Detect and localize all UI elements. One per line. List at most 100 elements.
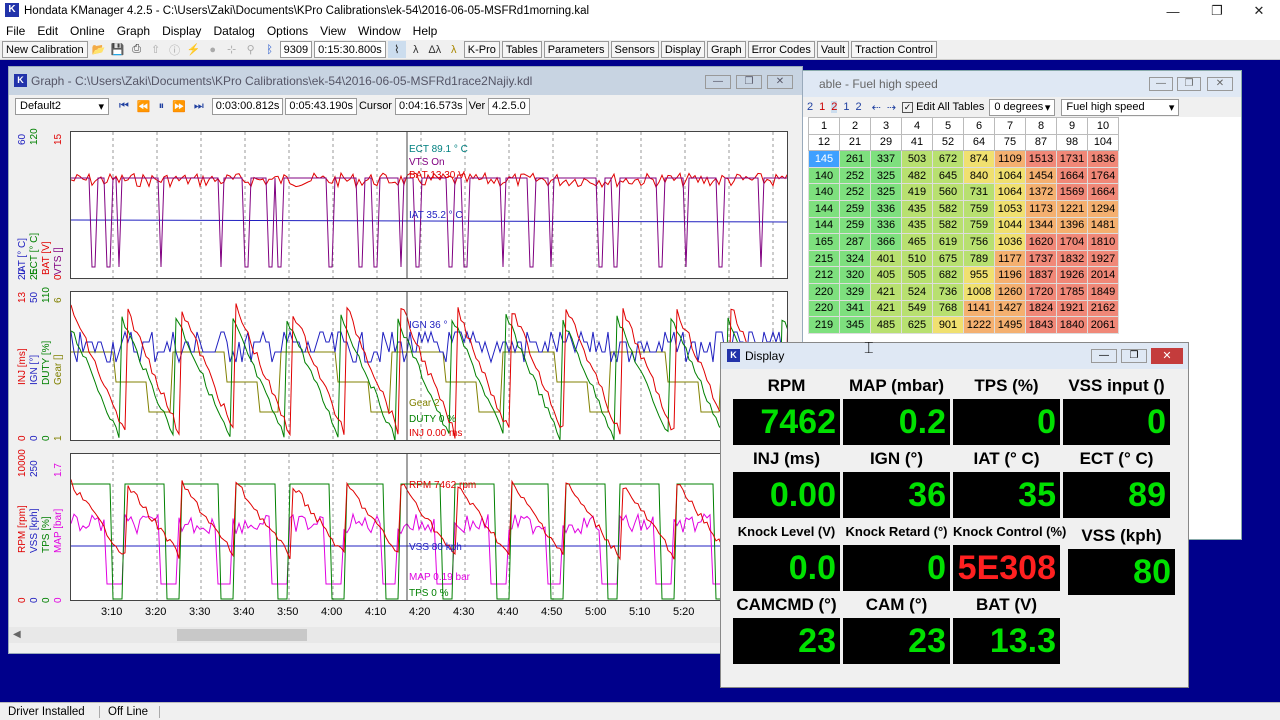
table-cell[interactable]: 789 xyxy=(963,249,995,268)
cylinder-icon[interactable]: 2 xyxy=(807,101,813,113)
table-cell[interactable]: 341 xyxy=(839,299,871,318)
upload-icon[interactable]: ⇧ xyxy=(147,41,165,58)
table-cell[interactable]: 1053 xyxy=(994,199,1026,218)
table-cell[interactable]: 75 xyxy=(994,133,1026,152)
graph-titlebar[interactable]: K Graph - C:\Users\Zaki\Documents\KPro C… xyxy=(9,67,802,95)
table-cell[interactable]: 215 xyxy=(808,249,840,268)
table-cell[interactable]: 756 xyxy=(963,233,995,251)
table-cell[interactable]: 419 xyxy=(901,183,933,201)
table-cell[interactable]: 345 xyxy=(839,316,871,334)
table-cell[interactable]: 336 xyxy=(870,216,902,235)
table-cell[interactable]: 1260 xyxy=(994,282,1026,301)
close-icon[interactable]: ✕ xyxy=(767,75,793,89)
table-cell[interactable]: 1008 xyxy=(963,282,995,301)
arrow-left-icon[interactable]: ⇠ xyxy=(872,101,881,114)
close-icon[interactable]: ✕ xyxy=(1151,348,1183,364)
table-cell[interactable]: 259 xyxy=(839,216,871,235)
table-cell[interactable]: 337 xyxy=(870,150,902,168)
close-icon[interactable]: ✕ xyxy=(1236,0,1280,22)
table-cell[interactable]: 1720 xyxy=(1025,282,1057,301)
error-codes-button[interactable]: Error Codes xyxy=(747,41,815,58)
table-cell[interactable]: 1372 xyxy=(1025,183,1057,201)
table-cell[interactable]: 261 xyxy=(839,150,871,168)
fuel-table-titlebar[interactable]: able - Fuel high speed — ❐ ✕ xyxy=(801,71,1241,97)
table-cell[interactable]: 405 xyxy=(870,266,902,284)
connect-icon[interactable]: ⚲ xyxy=(242,41,260,58)
new-calibration-button[interactable]: New Calibration xyxy=(2,41,88,58)
table-cell[interactable]: 1064 xyxy=(994,166,1026,185)
minimize-icon[interactable]: — xyxy=(1091,349,1117,363)
cylinder-icon[interactable]: 2 xyxy=(831,101,838,113)
menu-graph[interactable]: Graph xyxy=(111,24,156,38)
open-folder-icon[interactable]: 📂 xyxy=(90,41,108,58)
table-cell[interactable]: 503 xyxy=(901,150,933,168)
table-cell[interactable]: 1222 xyxy=(963,316,995,334)
cylinder-icon[interactable]: 1 xyxy=(819,101,825,113)
minimize-icon[interactable]: — xyxy=(705,75,731,89)
table-cell[interactable]: 736 xyxy=(932,282,964,301)
table-cell[interactable]: 1344 xyxy=(1025,216,1057,235)
display-button[interactable]: Display xyxy=(660,41,705,58)
table-cell[interactable]: 8 xyxy=(1025,117,1057,135)
record-icon[interactable]: ● xyxy=(204,41,222,58)
table-cell[interactable]: 6 xyxy=(963,117,995,135)
table-cell[interactable]: 1926 xyxy=(1056,266,1088,284)
menu-options[interactable]: Options xyxy=(261,24,314,38)
table-cell[interactable]: 1036 xyxy=(994,233,1026,251)
table-cell[interactable]: 4 xyxy=(901,117,933,135)
table-cell[interactable]: 220 xyxy=(808,299,840,318)
table-cell[interactable]: 1396 xyxy=(1056,216,1088,235)
table-cell[interactable]: 10 xyxy=(1087,117,1119,135)
maximize-icon[interactable]: ❐ xyxy=(736,75,762,89)
graph-button[interactable]: Graph xyxy=(706,41,746,58)
fuel-table[interactable]: 1 2 3 4 5 6 7 8 9 10 12 21 29 41 52 64 75 87 98 104 145 261 33… xyxy=(808,117,1119,334)
table-cell[interactable]: 2014 xyxy=(1087,266,1119,284)
graph-panel-fuel[interactable]: IGN 36 ° Gear 2 DUTY 0 % INJ 0.00 ms xyxy=(70,291,788,441)
graph-window[interactable]: K Graph - C:\Users\Zaki\Documents\KPro C… xyxy=(8,66,804,654)
menu-help[interactable]: Help xyxy=(407,24,444,38)
skip-end-icon[interactable]: ⏭ xyxy=(194,100,204,113)
table-cell[interactable]: 1840 xyxy=(1056,316,1088,334)
table-cell[interactable]: 1109 xyxy=(994,150,1026,168)
table-cell[interactable]: 64 xyxy=(963,133,995,152)
table-cell[interactable]: 259 xyxy=(839,199,871,218)
table-cell[interactable]: 21 xyxy=(839,133,871,152)
table-cell[interactable]: 1044 xyxy=(994,216,1026,235)
minimize-icon[interactable]: — xyxy=(1150,0,1196,22)
menu-display[interactable]: Display xyxy=(156,24,207,38)
table-cell[interactable]: 1141 xyxy=(963,299,995,318)
table-cell[interactable]: 1221 xyxy=(1056,199,1088,218)
table-cell[interactable]: 1737 xyxy=(1025,249,1057,268)
table-cell[interactable]: 104 xyxy=(1087,133,1119,152)
table-cell[interactable]: 1927 xyxy=(1087,249,1119,268)
table-cell[interactable]: 145 xyxy=(808,150,840,168)
table-cell[interactable]: 144 xyxy=(808,199,840,218)
table-cell[interactable]: 421 xyxy=(870,299,902,318)
table-cell[interactable]: 840 xyxy=(963,166,995,185)
table-cell[interactable]: 1785 xyxy=(1056,282,1088,301)
table-cell[interactable]: 582 xyxy=(932,199,964,218)
table-cell[interactable]: 1849 xyxy=(1087,282,1119,301)
kpro-button[interactable]: K-Pro xyxy=(463,41,500,58)
arrow-right-icon[interactable]: ⇢ xyxy=(887,101,896,114)
edit-all-checkbox[interactable]: ✓ xyxy=(902,101,914,113)
table-cell[interactable]: 252 xyxy=(839,183,871,201)
lambda-warning-icon[interactable]: λ xyxy=(445,41,463,58)
table-cell[interactable]: 87 xyxy=(1025,133,1057,152)
table-cell[interactable]: 435 xyxy=(901,216,933,235)
table-cell[interactable]: 901 xyxy=(932,316,964,334)
table-cell[interactable]: 1177 xyxy=(994,249,1026,268)
bluetooth-icon[interactable]: ᛒ xyxy=(261,41,279,58)
table-cell[interactable]: 29 xyxy=(870,133,902,152)
graph-panel-temps[interactable]: ECT 89.1 ° C VTS On BAT 13.30 V IAT 35.2… xyxy=(70,131,788,279)
table-cell[interactable]: 7 xyxy=(994,117,1026,135)
lightning-icon[interactable]: ⚡ xyxy=(185,41,203,58)
delta-lambda-icon[interactable]: Δλ xyxy=(426,41,444,58)
save-icon[interactable]: 💾 xyxy=(109,41,127,58)
table-cell[interactable]: 212 xyxy=(808,266,840,284)
table-cell[interactable]: 144 xyxy=(808,216,840,235)
scroll-left-icon[interactable]: ◀ xyxy=(13,629,21,640)
table-cell[interactable]: 1569 xyxy=(1056,183,1088,201)
table-cell[interactable]: 482 xyxy=(901,166,933,185)
table-cell[interactable]: 1836 xyxy=(1087,150,1119,168)
